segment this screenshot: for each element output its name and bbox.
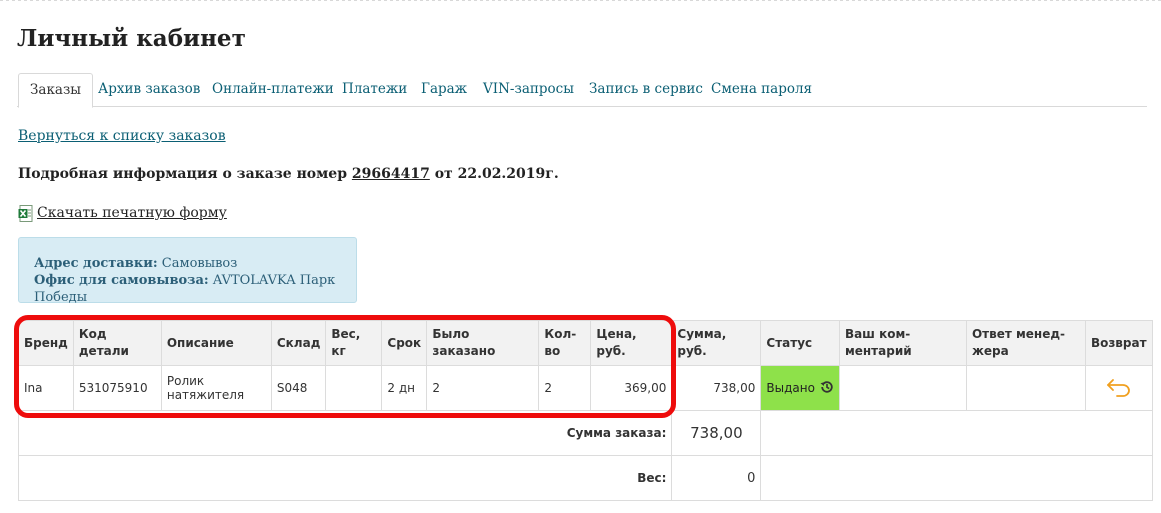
cell-price: 369,00: [590, 365, 673, 411]
pickup-office-label: Офис для самовывоза:: [34, 273, 209, 288]
cell-description: Ролик натяжителя: [160, 365, 272, 411]
order-weight-value: 0: [671, 455, 762, 501]
cell-status: Выдано: [760, 365, 840, 411]
cell-brand: Ina: [18, 365, 74, 411]
col-price: Цена, руб.: [590, 320, 673, 366]
order-weight-empty: [760, 455, 1153, 501]
top-divider: [0, 0, 1161, 1]
order-items-table: Бренд Код детали Описание Склад Вес, кг С…: [17, 320, 1153, 501]
tab-vin-requests[interactable]: VIN-запросы: [483, 73, 574, 106]
cell-weight: [325, 365, 383, 411]
delivery-address-label: Адрес доставки:: [34, 256, 158, 271]
tab-payments[interactable]: Платежи: [342, 73, 407, 106]
col-sum: Сумма, руб.: [671, 320, 762, 366]
excel-file-icon: [18, 204, 33, 222]
return-icon[interactable]: [1105, 378, 1133, 400]
table-header-row: Бренд Код детали Описание Склад Вес, кг С…: [18, 320, 1153, 366]
download-print-form[interactable]: Скачать печатную форму: [18, 203, 227, 223]
tabs-bar: Заказы Архив заказов Онлайн-платежи Плат…: [17, 73, 1147, 108]
col-comment: Ваш ком-ментарий: [838, 320, 967, 366]
col-term: Срок: [381, 320, 428, 366]
cell-stock: S048: [270, 365, 327, 411]
cell-ordered: 2: [426, 365, 540, 411]
cell-comment[interactable]: [838, 365, 967, 411]
delivery-address-line: Адрес доставки: Самовывоз: [34, 255, 341, 272]
history-icon[interactable]: [820, 380, 834, 397]
order-info-prefix: Подробная информация о заказе номер: [18, 166, 348, 182]
col-status: Статус: [760, 320, 840, 366]
col-manager-answer: Ответ менед-жера: [965, 320, 1086, 366]
pickup-office-line: Офис для самовывоза: AVTOLAVKA Парк Побе…: [34, 272, 341, 306]
col-ordered: Было заказано: [426, 320, 540, 366]
tab-service-booking[interactable]: Запись в сервис: [589, 73, 703, 106]
order-info-date: от 22.02.2019г.: [434, 166, 559, 182]
delivery-info-box: Адрес доставки: Самовывоз Офис для самов…: [18, 237, 357, 306]
col-weight: Вес, кг: [325, 320, 383, 366]
order-weight-row: Вес: 0: [17, 455, 1153, 501]
tab-change-password[interactable]: Смена пароля: [711, 73, 812, 106]
cell-quantity: 2: [538, 365, 592, 411]
col-brand: Бренд: [18, 320, 74, 366]
status-badge: Выдано: [766, 381, 815, 395]
cell-sum: 738,00: [671, 365, 762, 411]
cell-return: [1084, 365, 1153, 411]
tab-orders[interactable]: Заказы: [18, 73, 94, 108]
cell-part-code: 531075910: [72, 365, 162, 411]
order-info-heading: Подробная информация о заказе номер 2966…: [18, 166, 559, 182]
page-title: Личный кабинет: [17, 25, 246, 52]
col-description: Описание: [160, 320, 272, 366]
col-stock: Склад: [270, 320, 327, 366]
order-sum-empty: [760, 410, 1153, 456]
order-weight-label: Вес:: [17, 455, 673, 501]
order-number-link[interactable]: 29664417: [352, 166, 430, 182]
table-row: Ina 531075910 Ролик натяжителя S048 2 дн …: [18, 365, 1153, 411]
tab-garage[interactable]: Гараж: [421, 73, 467, 106]
cell-term: 2 дн: [381, 365, 428, 411]
col-part-code: Код детали: [72, 320, 162, 366]
tab-orders-archive[interactable]: Архив заказов: [98, 73, 200, 106]
col-quantity: Кол-во: [538, 320, 592, 366]
delivery-address-value: Самовывоз: [161, 256, 238, 271]
col-return: Возврат: [1084, 320, 1153, 366]
back-to-orders-link[interactable]: Вернуться к списку заказов: [18, 128, 226, 144]
order-sum-value: 738,00: [671, 410, 762, 456]
order-sum-row: Сумма заказа: 738,00: [17, 410, 1153, 456]
cell-manager-answer: [965, 365, 1086, 411]
tab-online-payments[interactable]: Онлайн-платежи: [212, 73, 334, 106]
download-print-form-link[interactable]: Скачать печатную форму: [37, 205, 227, 221]
order-sum-label: Сумма заказа:: [17, 410, 673, 456]
